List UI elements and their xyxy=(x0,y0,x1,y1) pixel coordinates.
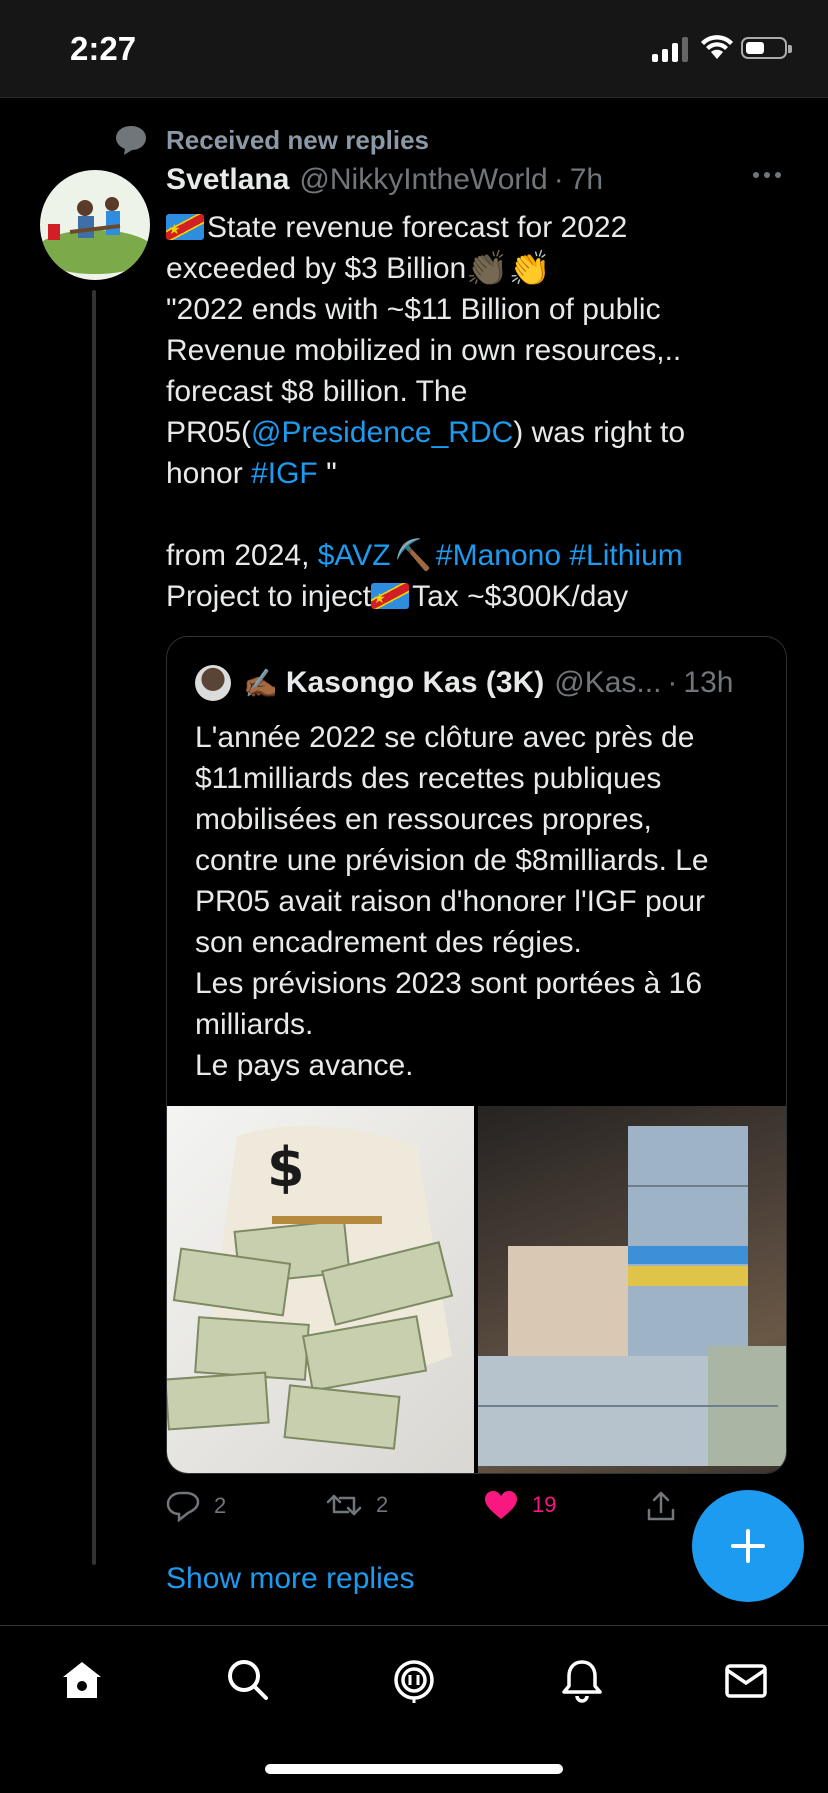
tweet-text: State revenue forecast for 2022 exceeded… xyxy=(166,207,766,619)
tweet-line: Project to inject xyxy=(166,580,372,613)
reply-button[interactable]: 2 xyxy=(166,1490,226,1522)
tweet-line: ) was right to xyxy=(513,416,686,449)
tweet-line: honor xyxy=(166,457,252,490)
quoted-line: $11milliards des recettes publiques xyxy=(195,762,662,795)
tweet-line: forecast $8 billion. The xyxy=(166,375,468,408)
quoted-line: Le pays avance. xyxy=(195,1049,414,1082)
quoted-author-name: Kasongo Kas (3K) xyxy=(285,666,545,699)
reply-context: Received new replies xyxy=(114,120,429,160)
reply-context-label: Received new replies xyxy=(166,124,430,155)
reply-count: 2 xyxy=(214,1493,227,1518)
author-avatar[interactable] xyxy=(40,170,150,280)
quoted-line: contre une prévision de $8milliards. Le xyxy=(195,844,709,877)
quoted-media: $ xyxy=(167,1106,786,1473)
quoted-line: mobilisées en ressources propres, xyxy=(195,803,652,836)
hashtag-link[interactable]: #IGF xyxy=(251,457,318,490)
share-icon xyxy=(647,1491,675,1521)
retweet-icon xyxy=(326,1494,362,1516)
writing-hand-icon: ✍🏾 xyxy=(243,667,278,699)
battery-icon xyxy=(741,37,792,59)
quoted-line: L'année 2022 se clôture avec près de xyxy=(195,721,695,754)
home-indicator xyxy=(265,1764,563,1774)
author-handle[interactable]: @NikkyIntheWorld xyxy=(299,163,547,197)
tweet-actions: 2 2 19 xyxy=(166,1490,686,1534)
cashtag-link[interactable]: $AVZ xyxy=(318,539,391,572)
hashtag-link[interactable]: #Lithium xyxy=(569,539,682,572)
bell-icon[interactable] xyxy=(558,1656,606,1704)
quoted-line: PR05 avait raison d'honorer l'IGF pour xyxy=(195,885,706,918)
quoted-tweet[interactable]: ✍🏾 Kasongo Kas (3K) @Kas... · 13h L'anné… xyxy=(166,636,787,1474)
quoted-tweet-header: ✍🏾 Kasongo Kas (3K) @Kas... · 13h xyxy=(195,663,733,703)
plus-icon-bar xyxy=(746,1529,750,1563)
drc-flag-icon xyxy=(371,578,410,619)
pick-icon: ⛏️ xyxy=(394,539,432,572)
quoted-tweet-age: 13h xyxy=(683,666,734,699)
like-button[interactable]: 19 xyxy=(484,1490,556,1520)
tweet-line: exceeded by $3 Billion xyxy=(166,252,467,285)
wifi-icon xyxy=(701,35,733,59)
clapping-hands-icon: 👏 xyxy=(508,250,551,288)
quoted-author-handle: @Kas... xyxy=(554,666,662,699)
separator-dot: · xyxy=(553,163,564,196)
tweet-header: Svetlana @NikkyIntheWorld · 7h xyxy=(166,163,766,205)
more-options-icon[interactable] xyxy=(753,172,781,178)
status-time: 2:27 xyxy=(70,30,137,67)
tweet-line: " xyxy=(317,457,337,490)
tweet-line: Tax ~$300K/day xyxy=(412,580,629,613)
separator-dot: · xyxy=(667,666,678,699)
compose-tweet-button[interactable] xyxy=(692,1490,804,1602)
heart-icon xyxy=(485,1491,517,1519)
cellular-signal-icon xyxy=(652,36,688,62)
status-bar: 2:27 xyxy=(0,0,828,98)
tweet-line: Revenue mobilized in own resources,.. xyxy=(166,334,682,367)
hashtag-link[interactable]: #Manono xyxy=(436,539,561,572)
thread-line xyxy=(92,290,96,1565)
tweet-line: "2022 ends with ~$11 Billion of public xyxy=(166,293,661,326)
show-more-replies-link[interactable]: Show more replies xyxy=(166,1562,414,1596)
tweet-age[interactable]: 7h xyxy=(570,163,603,197)
home-icon[interactable] xyxy=(58,1656,106,1704)
share-button[interactable] xyxy=(646,1490,676,1522)
clapping-hands-icon: 👏 xyxy=(466,250,509,288)
author-name[interactable]: Svetlana xyxy=(166,163,289,197)
quoted-author-avatar xyxy=(195,665,231,701)
mail-icon[interactable] xyxy=(722,1656,770,1704)
like-count: 19 xyxy=(532,1492,557,1517)
mention-link[interactable]: @Presidence_RDC xyxy=(251,416,513,449)
congolese-francs-photo[interactable] xyxy=(478,1106,786,1473)
reply-icon xyxy=(166,1491,200,1522)
quoted-line: Les prévisions 2023 sont portées à 16 xyxy=(195,967,702,1000)
retweet-button[interactable]: 2 xyxy=(326,1490,388,1520)
tweet-line: State revenue forecast for 2022 xyxy=(207,211,628,244)
speech-bubble-icon xyxy=(116,126,146,155)
svg-text:$: $ xyxy=(267,1136,305,1199)
drc-flag-icon xyxy=(166,209,204,250)
spaces-icon[interactable] xyxy=(390,1656,438,1704)
quoted-line: son encadrement des régies. xyxy=(195,926,582,959)
money-bag-photo[interactable]: $ xyxy=(167,1106,474,1473)
tweet-line: PR05( xyxy=(166,416,252,449)
quoted-tweet-text: L'année 2022 se clôture avec près de $11… xyxy=(195,717,765,1086)
retweet-count: 2 xyxy=(376,1492,389,1517)
tweet-line: from 2024, xyxy=(166,539,318,572)
search-icon[interactable] xyxy=(224,1656,272,1704)
quoted-line: milliards. xyxy=(195,1008,314,1041)
